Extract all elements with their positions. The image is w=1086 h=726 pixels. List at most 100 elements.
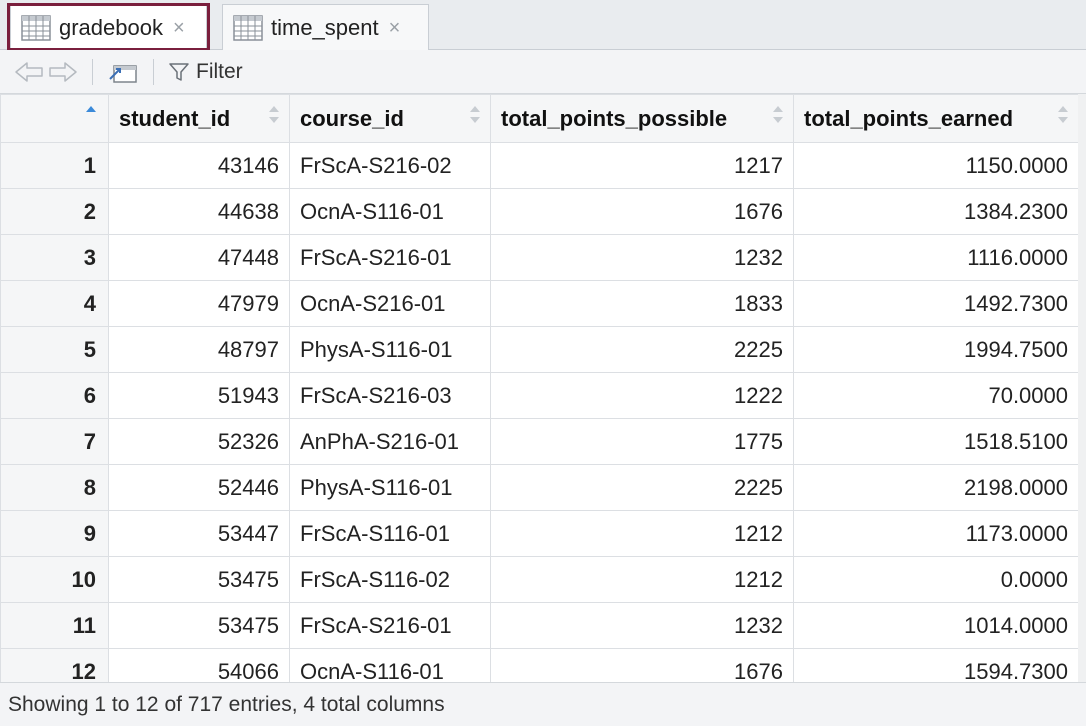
cell-course-id: FrScA-S216-02: [289, 142, 491, 189]
cell-total-points-earned: 1014.0000: [793, 602, 1079, 649]
cell-student-id: 43146: [108, 142, 290, 189]
row-number-header[interactable]: [0, 94, 109, 143]
toolbar-separator: [92, 58, 93, 85]
cell-student-id: 53475: [108, 556, 290, 603]
cell-total-points-earned: 2198.0000: [793, 464, 1079, 511]
row-number: 12: [0, 648, 109, 682]
table-row[interactable]: 4 47979 OcnA-S216-01 1833 1492.7300: [0, 280, 1079, 327]
cell-course-id: PhysA-S116-01: [289, 464, 491, 511]
cell-course-id: FrScA-S216-01: [289, 602, 491, 649]
table-row[interactable]: 9 53447 FrScA-S116-01 1212 1173.0000: [0, 510, 1079, 557]
table-row[interactable]: 7 52326 AnPhA-S216-01 1775 1518.5100: [0, 418, 1079, 465]
vertical-scrollbar[interactable]: [1078, 94, 1086, 682]
row-number: 8: [0, 464, 109, 511]
cell-total-points-earned: 1994.7500: [793, 326, 1079, 373]
table-row[interactable]: 1 43146 FrScA-S216-02 1217 1150.0000: [0, 142, 1079, 189]
column-header-label: total_points_earned: [804, 105, 1014, 131]
toolbar-separator: [153, 58, 154, 85]
table-row[interactable]: 5 48797 PhysA-S116-01 2225 1994.7500: [0, 326, 1079, 373]
cell-course-id: FrScA-S116-01: [289, 510, 491, 557]
forward-button[interactable]: [46, 55, 78, 89]
close-icon[interactable]: ×: [173, 18, 185, 38]
arrow-left-icon: [15, 61, 43, 82]
cell-total-points-earned: 1384.2300: [793, 188, 1079, 235]
toolbar: Filter: [0, 50, 1086, 94]
row-number: 5: [0, 326, 109, 373]
cell-total-points-possible: 1232: [490, 234, 794, 281]
row-number: 2: [0, 188, 109, 235]
column-header-course-id[interactable]: course_id: [289, 94, 491, 143]
cell-student-id: 53447: [108, 510, 290, 557]
table-row[interactable]: 2 44638 OcnA-S116-01 1676 1384.2300: [0, 188, 1079, 235]
table-grid-icon: [233, 14, 263, 41]
cell-course-id: FrScA-S216-01: [289, 234, 491, 281]
column-header-label: course_id: [300, 105, 404, 131]
popout-window-icon: [109, 64, 137, 83]
filter-button[interactable]: Filter: [168, 60, 243, 84]
sort-icon: [773, 106, 783, 123]
column-header-label: total_points_possible: [501, 105, 728, 131]
column-header-label: student_id: [119, 105, 231, 131]
data-table: student_id course_id total_points_possib…: [0, 94, 1079, 682]
table-row[interactable]: 11 53475 FrScA-S216-01 1232 1014.0000: [0, 602, 1079, 649]
cell-total-points-earned: 70.0000: [793, 372, 1079, 419]
tab-gradebook[interactable]: gradebook ×: [10, 4, 207, 50]
open-in-window-button[interactable]: [107, 55, 139, 89]
data-grid: student_id course_id total_points_possib…: [0, 94, 1086, 682]
row-number: 10: [0, 556, 109, 603]
sort-icon: [470, 106, 480, 123]
cell-total-points-possible: 1775: [490, 418, 794, 465]
cell-course-id: PhysA-S116-01: [289, 326, 491, 373]
cell-total-points-possible: 1833: [490, 280, 794, 327]
table-grid-icon: [21, 14, 51, 41]
row-number: 4: [0, 280, 109, 327]
sort-icon: [269, 106, 279, 123]
table-row[interactable]: 10 53475 FrScA-S116-02 1212 0.0000: [0, 556, 1079, 603]
cell-total-points-possible: 1232: [490, 602, 794, 649]
cell-total-points-earned: 1173.0000: [793, 510, 1079, 557]
tab-label: time_spent: [271, 14, 379, 40]
cell-total-points-earned: 1594.7300: [793, 648, 1079, 682]
column-header-total-points-earned[interactable]: total_points_earned: [793, 94, 1079, 143]
cell-total-points-possible: 1222: [490, 372, 794, 419]
row-number: 6: [0, 372, 109, 419]
table-row[interactable]: 8 52446 PhysA-S116-01 2225 2198.0000: [0, 464, 1079, 511]
row-number: 1: [0, 142, 109, 189]
cell-total-points-possible: 1676: [490, 188, 794, 235]
cell-student-id: 51943: [108, 372, 290, 419]
cell-course-id: FrScA-S216-03: [289, 372, 491, 419]
cell-course-id: OcnA-S116-01: [289, 648, 491, 682]
cell-total-points-earned: 1518.5100: [793, 418, 1079, 465]
table-row[interactable]: 3 47448 FrScA-S216-01 1232 1116.0000: [0, 234, 1079, 281]
close-icon[interactable]: ×: [389, 18, 401, 38]
cell-course-id: OcnA-S216-01: [289, 280, 491, 327]
header-row: student_id course_id total_points_possib…: [0, 94, 1079, 143]
back-button[interactable]: [14, 55, 46, 89]
table-body: 1 43146 FrScA-S216-02 1217 1150.0000 2 44638 Oc…: [0, 142, 1079, 682]
cell-student-id: 52326: [108, 418, 290, 465]
column-header-student-id[interactable]: student_id: [108, 94, 290, 143]
table-row[interactable]: 6 51943 FrScA-S216-03 1222 70.0000: [0, 372, 1079, 419]
status-bar: Showing 1 to 12 of 717 entries, 4 total …: [0, 682, 1086, 726]
cell-student-id: 54066: [108, 648, 290, 682]
cell-student-id: 52446: [108, 464, 290, 511]
cell-total-points-earned: 1150.0000: [793, 142, 1079, 189]
table-row[interactable]: 12 54066 OcnA-S116-01 1676 1594.7300: [0, 648, 1079, 682]
cell-student-id: 47448: [108, 234, 290, 281]
cell-total-points-possible: 2225: [490, 464, 794, 511]
arrow-right-icon: [49, 61, 77, 82]
tab-time-spent[interactable]: time_spent ×: [222, 4, 429, 50]
cell-course-id: OcnA-S116-01: [289, 188, 491, 235]
cell-course-id: FrScA-S116-02: [289, 556, 491, 603]
column-header-total-points-possible[interactable]: total_points_possible: [490, 94, 794, 143]
cell-student-id: 47979: [108, 280, 290, 327]
cell-course-id: AnPhA-S216-01: [289, 418, 491, 465]
filter-label: Filter: [196, 59, 243, 83]
cell-total-points-earned: 1116.0000: [793, 234, 1079, 281]
cell-total-points-earned: 1492.7300: [793, 280, 1079, 327]
sort-icon: [1058, 106, 1068, 123]
cell-total-points-possible: 1212: [490, 510, 794, 557]
row-number: 7: [0, 418, 109, 465]
cell-total-points-possible: 2225: [490, 326, 794, 373]
row-number: 9: [0, 510, 109, 557]
